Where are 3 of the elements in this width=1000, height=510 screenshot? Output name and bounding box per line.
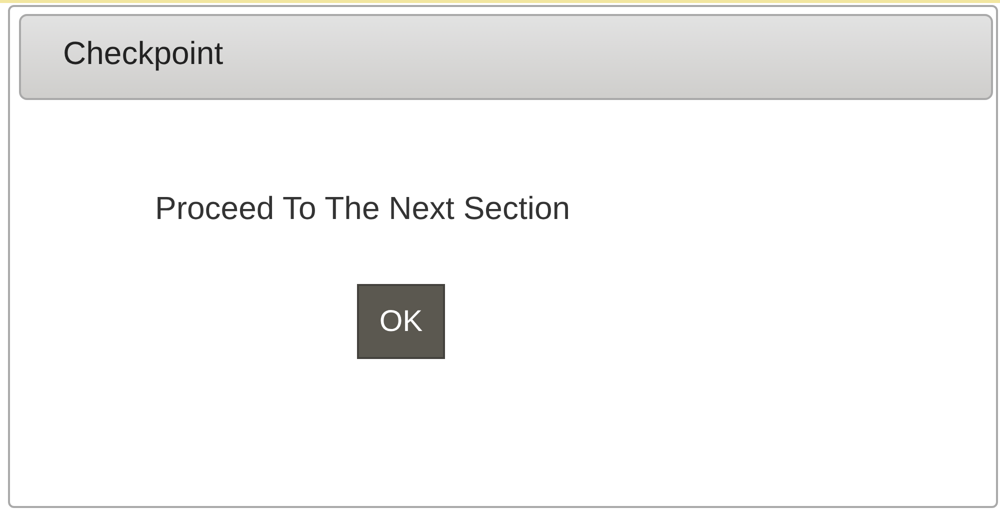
ok-button[interactable]: OK bbox=[357, 284, 445, 359]
dialog-message: Proceed To The Next Section bbox=[155, 190, 570, 227]
dialog-title: Checkpoint bbox=[63, 34, 224, 73]
